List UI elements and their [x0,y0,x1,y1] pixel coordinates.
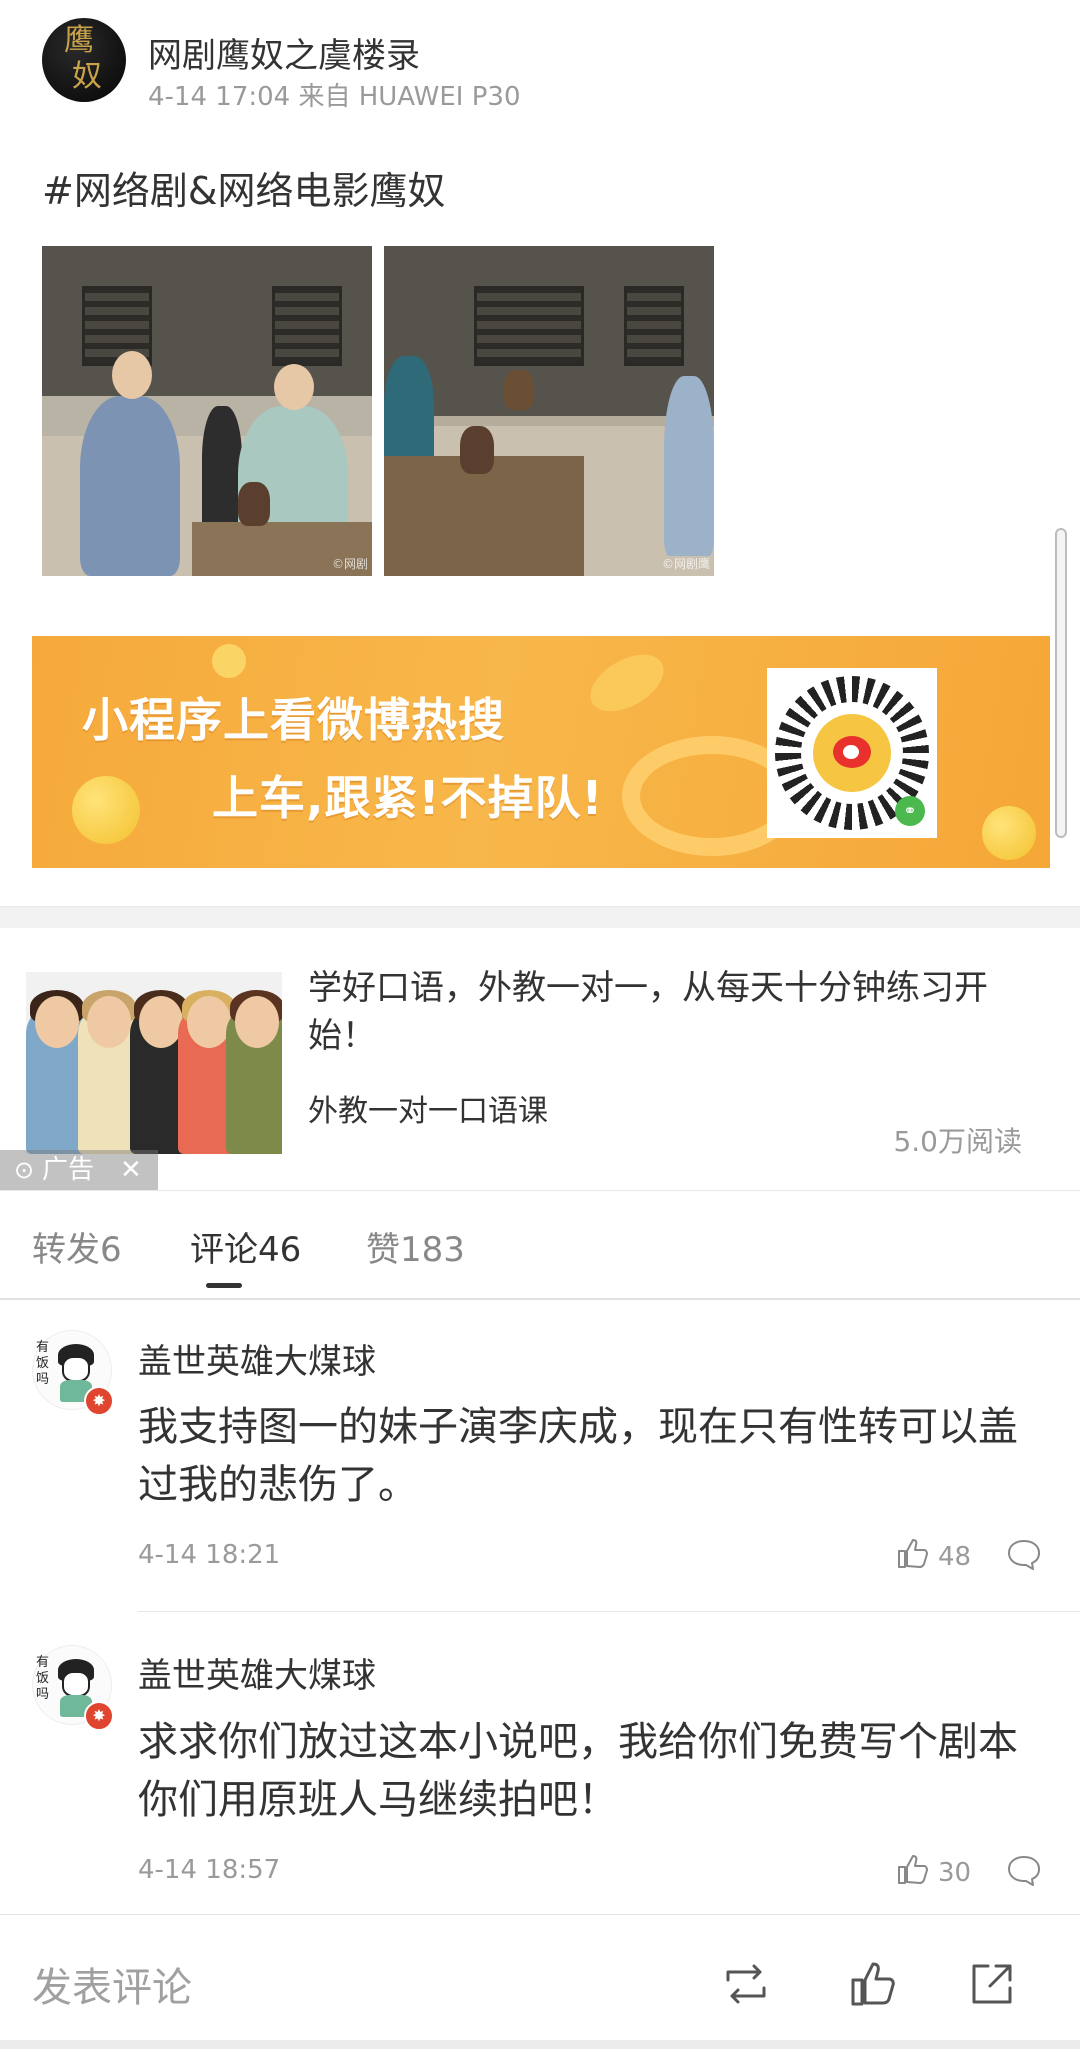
photo-watermark: ©网剧鹰 [661,557,710,571]
photo-jar [238,482,270,526]
commenter-avatar[interactable]: 有饭吗 ✸ [32,1330,116,1416]
photo-watermark: ©网剧 [331,557,368,571]
comment-input[interactable]: 发表评论 [32,1955,192,2013]
banner-decoration [212,644,246,678]
ad-badge-label: 广告 [42,1155,95,1185]
thumbs-up-icon[interactable] [896,1852,930,1886]
photo-detail [272,286,342,366]
weibo-eye-icon [833,736,871,768]
divider [0,1190,1080,1191]
comment-text: 我支持图一的妹子演李庆成，现在只有性转可以盖过我的悲伤了。 [138,1404,1018,1508]
commenter-name[interactable]: 盖世英雄大煤球 [138,1648,376,1697]
comment-divider [138,1611,1080,1612]
banner-decoration [72,776,140,844]
weibo-logo-icon [813,714,891,792]
tab-comments[interactable]: 评论46 [190,1222,301,1271]
ad-image[interactable] [26,972,282,1154]
share-icon[interactable] [966,1958,1018,2010]
tab-likes[interactable]: 赞183 [366,1222,465,1271]
like-icon[interactable] [848,1958,900,2010]
scrollbar[interactable] [1055,528,1067,838]
banner-tagline: 上车,跟紧!不掉队! [212,771,604,825]
ad-info-icon: ⊙ [14,1156,35,1184]
post-text[interactable]: #网络剧&网络电影鹰奴 [42,160,445,215]
banner-headline: 小程序上看微博热搜 [82,693,505,747]
photo-detail [624,286,684,366]
banner-decoration [982,806,1036,860]
photo-jar [504,370,534,410]
avatar-glyph: 鹰 [64,23,94,58]
mini-program-badge-icon: ⚭ [895,796,925,826]
photo-table [384,456,584,576]
bottom-edge [0,2040,1080,2049]
divider [0,1914,1080,1915]
ad-close-icon[interactable]: ✕ [120,1150,142,1190]
rocket-icon [580,643,674,723]
photo-person [112,351,152,399]
post-meta: 4-14 17:04 来自 HUAWEI P30 [148,82,521,112]
photo-person [202,406,242,536]
like-count: 48 [938,1542,972,1572]
photo-person [664,376,714,556]
ad-badge: ⊙ 广告 ✕ [0,1150,158,1190]
avatar-text: 有饭吗 [36,1340,50,1387]
tab-reposts[interactable]: 转发6 [32,1222,122,1271]
mini-program-banner[interactable]: 小程序上看微博热搜 上车,跟紧!不掉队! ⚭ [32,636,1050,868]
verified-badge-icon: ✸ [84,1386,114,1416]
photo-jar [460,426,494,474]
ad-person [226,990,282,1154]
ad-subtitle: 外教一对一口语课 [308,1094,548,1129]
like-count: 30 [938,1858,972,1888]
author-avatar[interactable]: 鹰 奴 [42,18,126,102]
ad-read-count: 5.0万阅读 [893,1125,1022,1158]
repost-icon[interactable] [720,1958,772,2010]
qr-code: ⚭ [767,668,937,838]
avatar-text: 有饭吗 [36,1655,50,1702]
ad-title[interactable]: 学好口语，外教一对一，从每天十分钟练习开始！ [308,964,1048,1060]
author-name[interactable]: 网剧鹰奴之虞楼录 [148,28,420,77]
photo-detail [474,286,584,366]
photo-person [274,364,314,410]
post-photo-2[interactable]: ©网剧鹰 [384,246,714,576]
avatar-glyph: 奴 [72,59,102,94]
thumbs-up-icon[interactable] [896,1536,930,1570]
comment-time: 4-14 18:21 [138,1540,281,1570]
commenter-avatar[interactable]: 有饭吗 ✸ [32,1645,116,1731]
post-photo-1[interactable]: ©网剧 [42,246,372,576]
post-header: 鹰 奴 网剧鹰奴之虞楼录 4-14 17:04 来自 HUAWEI P30 [42,18,1042,112]
verified-badge-icon: ✸ [84,1701,114,1731]
reply-icon[interactable] [1006,1852,1042,1888]
reply-icon[interactable] [1006,1536,1042,1572]
comment-text: 求求你们放过这本小说吧，我给你们免费写个剧本你们用原班人马继续拍吧！ [138,1719,1018,1823]
commenter-name[interactable]: 盖世英雄大煤球 [138,1334,376,1383]
section-divider [0,906,1080,928]
divider [0,1298,1080,1300]
photo-person [80,396,180,576]
comment-time: 4-14 18:57 [138,1855,281,1885]
active-tab-indicator [206,1283,242,1288]
